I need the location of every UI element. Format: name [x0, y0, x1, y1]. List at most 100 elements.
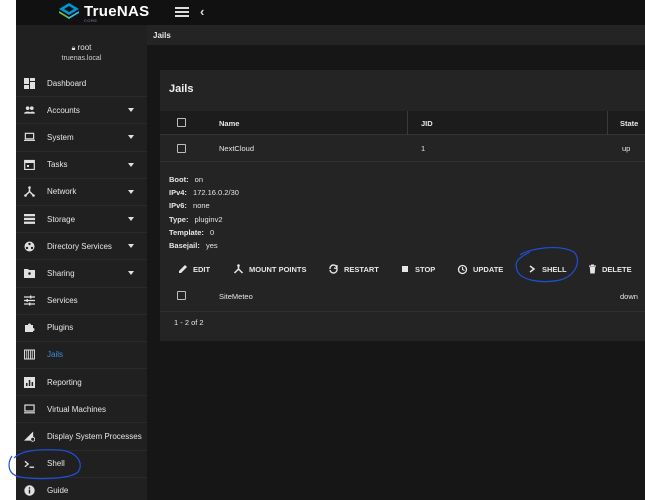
mount-points-button[interactable]: MOUNT POINTS: [233, 264, 307, 274]
caret-down-icon: [128, 244, 134, 249]
sidebar-item-label: Services: [47, 296, 78, 306]
stop-label: STOP: [415, 264, 436, 274]
lock-icon: 🔒︎: [71, 45, 76, 52]
jail-state: up: [622, 144, 631, 153]
sidebar-item-label: Reporting: [47, 377, 82, 387]
page-title: Jails: [147, 25, 645, 45]
card-title: Jails: [169, 83, 194, 95]
sidebar-item-accounts[interactable]: Accounts: [16, 97, 147, 125]
sidebar-item-display-system-processes[interactable]: Display System Processes: [16, 423, 147, 451]
row-checkbox[interactable]: [177, 291, 186, 300]
detail-type: pluginv2: [194, 214, 223, 224]
jail-details: Boot: on IPv4: 172.16.0.2/30 IPv6: none …: [169, 173, 239, 252]
sidebar-item-jails[interactable]: Jails: [16, 342, 147, 370]
dashboard-icon: [24, 77, 35, 89]
jail-state: down: [620, 292, 638, 301]
caret-down-icon: [128, 189, 134, 194]
sidebar-item-label: Directory Services: [47, 241, 112, 251]
detail-label: IPv6:: [169, 201, 187, 211]
caret-down-icon: [128, 216, 134, 221]
sidebar-item-label: Tasks: [47, 160, 68, 170]
detail-label: Boot:: [169, 175, 189, 184]
table-row[interactable]: SiteMeteo down: [160, 284, 645, 312]
shell-button[interactable]: SHELL: [528, 264, 567, 274]
chevron-left-icon[interactable]: ‹: [200, 4, 204, 19]
sidebar-item-virtual-machines[interactable]: Virtual Machines: [16, 396, 147, 424]
sidebar-item-storage[interactable]: Storage: [16, 206, 147, 234]
select-all-checkbox[interactable]: [177, 118, 186, 127]
storage-icon: [24, 214, 35, 225]
chevron-right-icon: [529, 265, 536, 273]
pencil-icon: [179, 265, 187, 273]
directory-icon: [24, 241, 35, 252]
mount-points-label: MOUNT POINTS: [249, 264, 307, 274]
edit-label: EDIT: [193, 264, 211, 274]
detail-label: Type:: [169, 214, 189, 224]
update-button[interactable]: UPDATE: [457, 264, 503, 275]
sidebar-item-reporting[interactable]: Reporting: [16, 369, 147, 397]
tune-icon: [24, 295, 35, 306]
delete-button[interactable]: DELETE: [588, 264, 632, 274]
sidebar: 🔒︎ root truenas.local Dashboard Accounts S…: [16, 25, 147, 500]
sidebar-item-label: Display System Processes: [47, 432, 142, 442]
detail-basejail: yes: [205, 241, 218, 251]
sidebar-item-system[interactable]: System: [16, 124, 147, 152]
sidebar-item-dashboard[interactable]: Dashboard: [16, 70, 147, 98]
truenas-logo-icon: [59, 3, 79, 19]
caret-down-icon: [128, 108, 134, 113]
row-checkbox[interactable]: [177, 144, 186, 153]
user-profile: 🔒︎ root truenas.local: [16, 25, 147, 70]
sidebar-item-label: Virtual Machines: [47, 404, 106, 414]
sidebar-item-guide[interactable]: Guide: [16, 478, 147, 500]
jail-actions: EDIT MOUNT POINTS RESTART STOP UPDATE SH…: [160, 256, 645, 284]
chart-icon: [24, 376, 35, 388]
restart-label: RESTART: [344, 264, 379, 274]
mount-icon: [233, 264, 244, 274]
edit-button[interactable]: EDIT: [178, 264, 210, 274]
processes-icon: [24, 431, 35, 442]
calendar-icon: [24, 159, 35, 171]
top-bar: TrueNAS CORE ‹: [16, 0, 645, 25]
jail-jid: 1: [421, 144, 426, 153]
host-name: truenas.local: [61, 55, 102, 62]
sidebar-nav: Dashboard Accounts System Tasks Network Stora…: [16, 70, 147, 500]
sidebar-item-plugins[interactable]: Plugins: [16, 315, 147, 342]
table-row[interactable]: NextCloud 1 up: [160, 135, 645, 162]
detail-label: Template:: [169, 227, 204, 237]
sidebar-item-label: System: [47, 132, 74, 142]
stop-icon: [402, 266, 408, 272]
sidebar-item-shell[interactable]: Shell: [16, 451, 147, 478]
truenas-logo[interactable]: TrueNAS: [58, 2, 149, 20]
network-icon: [24, 186, 35, 198]
sidebar-item-label: Plugins: [47, 323, 74, 333]
sidebar-item-services[interactable]: Services: [16, 288, 147, 315]
computer-icon: [24, 404, 35, 415]
hamburger-menu-icon[interactable]: [175, 5, 189, 19]
column-header-jid[interactable]: JID: [421, 119, 433, 128]
terminal-icon: [24, 458, 35, 469]
column-separator: [407, 111, 408, 135]
restart-button[interactable]: RESTART: [328, 264, 379, 274]
sharing-icon: [24, 268, 35, 279]
user-name: root: [77, 43, 92, 52]
caret-down-icon: [128, 271, 134, 276]
sidebar-item-directory-services[interactable]: Directory Services: [16, 233, 147, 261]
sidebar-item-sharing[interactable]: Sharing: [16, 260, 147, 288]
detail-boot: on: [194, 175, 204, 184]
laptop-icon: [24, 132, 35, 143]
sidebar-item-label: Guide: [47, 486, 69, 496]
stop-button[interactable]: STOP: [400, 264, 435, 274]
sidebar-item-label: Dashboard: [47, 78, 87, 88]
sidebar-item-label: Storage: [47, 214, 76, 224]
column-header-state[interactable]: State: [620, 119, 638, 128]
trash-icon: [589, 264, 596, 274]
user-name-row: 🔒︎ root: [16, 43, 147, 53]
shell-label: SHELL: [542, 264, 567, 274]
main-content: Jails Jails Name JID State NextCloud 1 u…: [147, 25, 645, 500]
left-margin: [0, 0, 16, 500]
sidebar-item-tasks[interactable]: Tasks: [16, 152, 147, 179]
column-header-name[interactable]: Name: [219, 119, 239, 128]
sidebar-item-network[interactable]: Network: [16, 179, 147, 206]
people-icon: [24, 105, 35, 116]
restart-icon: [329, 264, 338, 274]
